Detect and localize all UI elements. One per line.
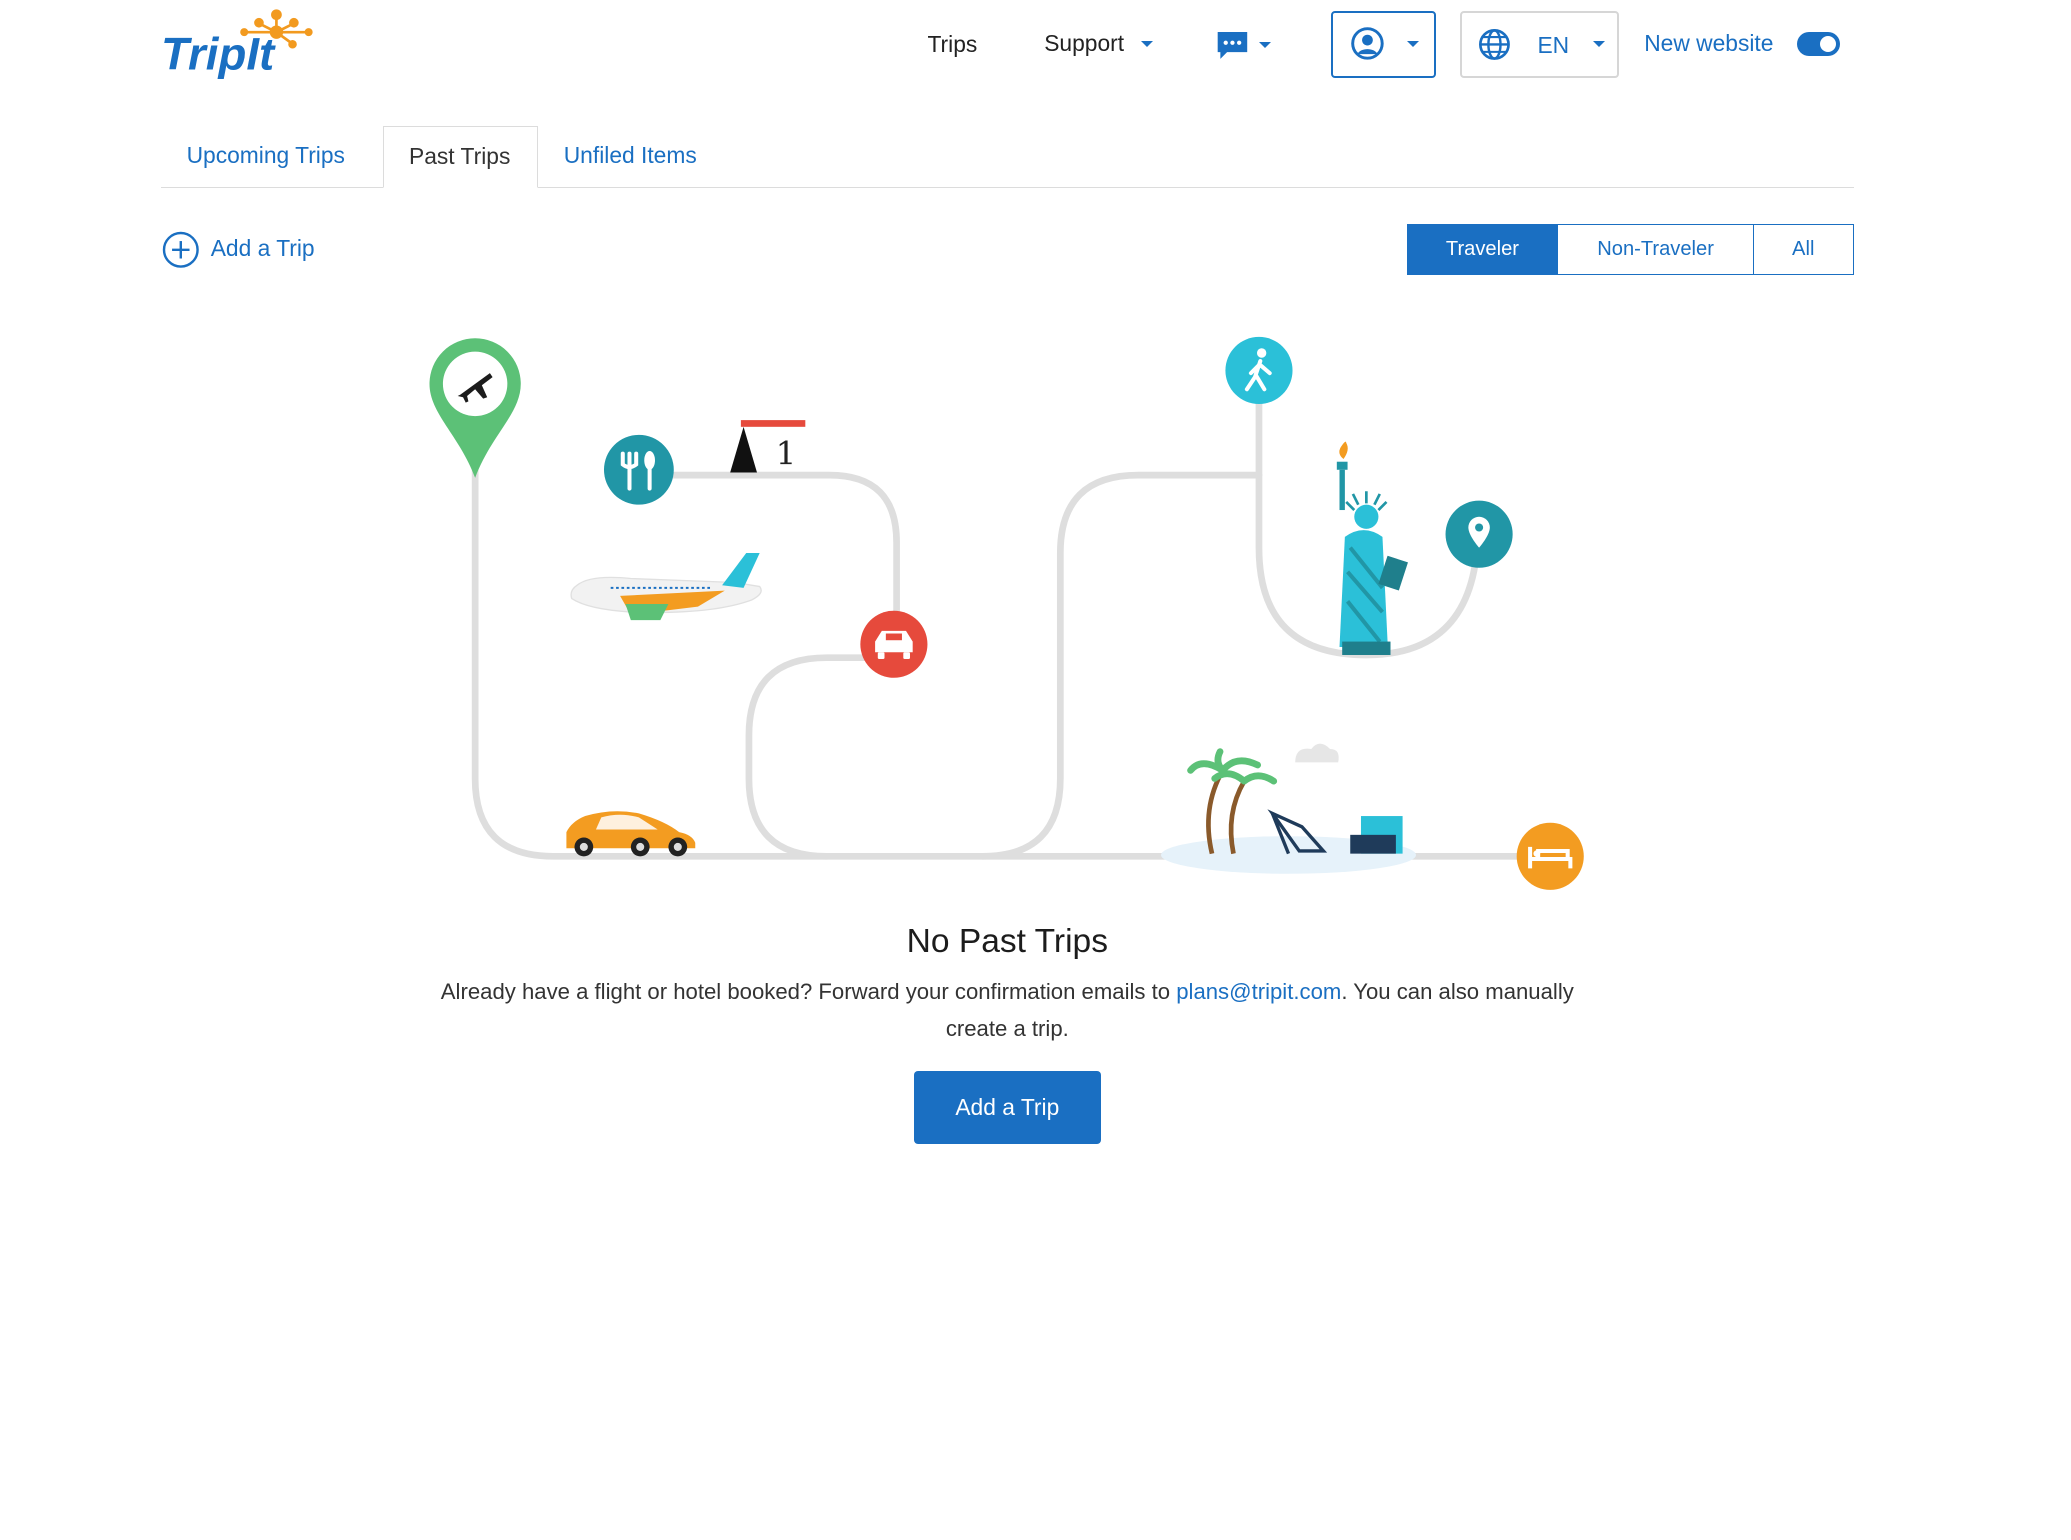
hotel-bed-icon <box>1516 822 1584 890</box>
page: TripIt Trips Support EN New website Upco… <box>0 0 2071 1540</box>
beach-icon <box>1160 743 1417 874</box>
svg-text:1: 1 <box>776 434 797 472</box>
empty-trips-illustration: 1 <box>429 336 1584 890</box>
airplane-icon <box>570 552 762 621</box>
empty-state-text-start: Already have a flight or hotel booked? F… <box>440 979 1177 1005</box>
plane-pin-icon <box>429 338 521 478</box>
orange-car-icon <box>566 811 696 857</box>
walking-icon <box>1225 336 1293 405</box>
plans-email-link[interactable]: plans@tripit.com <box>1176 979 1341 1004</box>
statue-of-liberty-icon <box>1336 441 1408 655</box>
car-rental-icon <box>860 610 928 678</box>
restaurant-icon <box>603 434 674 505</box>
empty-state-description: Already have a flight or hotel booked? F… <box>430 974 1586 1046</box>
add-trip-button[interactable]: Add a Trip <box>914 1071 1101 1144</box>
empty-state-title: No Past Trips <box>906 923 1108 961</box>
calendar-icon: 1 <box>730 420 806 473</box>
location-pin-icon <box>1445 500 1513 568</box>
